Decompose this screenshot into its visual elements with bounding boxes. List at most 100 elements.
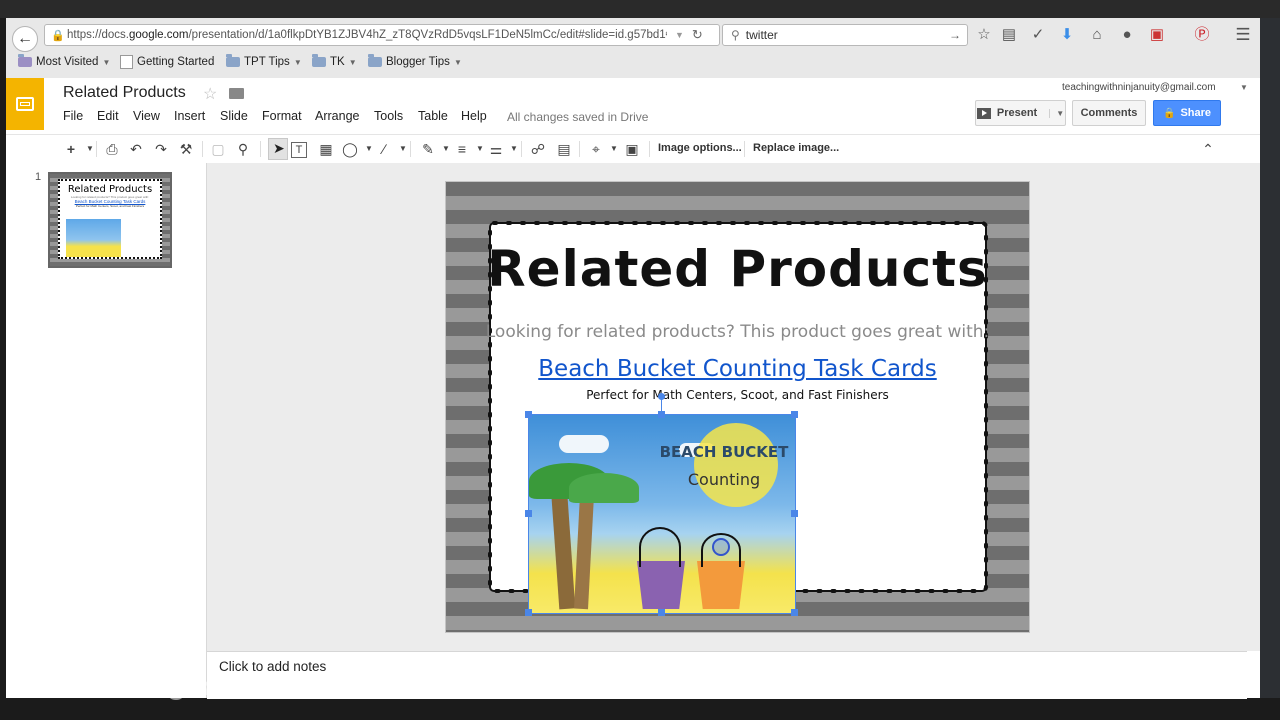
menu-slide[interactable]: Slide xyxy=(220,109,248,123)
collapse-toolbar-icon[interactable]: ⌃ xyxy=(1198,139,1218,159)
bookmark-getting-started[interactable]: Getting Started xyxy=(120,52,214,72)
document-title[interactable]: Related Products xyxy=(63,84,186,102)
menu-arrange[interactable]: Arrange xyxy=(315,109,359,123)
menu-help[interactable]: Help xyxy=(461,109,487,123)
new-slide-icon[interactable]: + xyxy=(61,139,81,159)
crop-dropdown-icon[interactable]: ▼ xyxy=(604,139,624,159)
hamburger-menu-icon[interactable]: ☰ xyxy=(1232,26,1254,44)
resize-handle[interactable] xyxy=(791,411,798,418)
product-link[interactable]: Beach Bucket Counting Task Cards xyxy=(446,356,1029,382)
search-input[interactable]: twitter xyxy=(746,28,949,42)
bookmark-label: Most Visited xyxy=(36,56,99,68)
chevron-down-icon: ▼ xyxy=(453,57,462,67)
redo-icon[interactable]: ↷ xyxy=(151,139,171,159)
slide-subline[interactable]: Perfect for Math Centers, Scoot, and Fas… xyxy=(446,388,1029,402)
zoom-fit-icon[interactable]: ▢ xyxy=(208,139,228,159)
bookmark-star-icon[interactable]: ☆ xyxy=(973,26,995,44)
resize-handle[interactable] xyxy=(658,411,665,418)
comment-icon[interactable]: ▤ xyxy=(554,139,574,159)
addon-icon[interactable]: ▣ xyxy=(1146,26,1168,44)
pinterest-icon[interactable]: Ⓟ xyxy=(1191,26,1213,44)
menu-file[interactable]: File xyxy=(63,109,83,123)
resize-handle[interactable] xyxy=(791,510,798,517)
toolbar-divider xyxy=(521,141,522,157)
slides-logo[interactable] xyxy=(6,78,44,130)
bookmark-most-visited[interactable]: Most Visited ▼ xyxy=(18,52,110,72)
menu-table[interactable]: Table xyxy=(418,109,448,123)
crop-icon[interactable]: ⌖ xyxy=(586,139,606,159)
toolbar-divider xyxy=(744,141,745,157)
home-icon[interactable]: ⌂ xyxy=(1086,26,1108,44)
slide-thumbnail[interactable]: Related Products Looking for related pro… xyxy=(48,172,172,268)
reload-icon[interactable]: ↻ xyxy=(692,27,703,43)
pocket-icon[interactable]: ✓ xyxy=(1027,26,1049,44)
url-dropdown-icon[interactable]: ▼ xyxy=(675,30,684,40)
thumb-title: Related Products xyxy=(67,184,153,195)
rotate-handle[interactable] xyxy=(658,393,665,400)
menu-format[interactable]: Format xyxy=(262,109,302,123)
menu-tools[interactable]: Tools xyxy=(374,109,403,123)
comments-button[interactable]: Comments xyxy=(1072,100,1146,126)
save-status[interactable]: All changes saved in Drive xyxy=(507,110,648,124)
menu-view[interactable]: View xyxy=(133,109,160,123)
share-label: Share xyxy=(1180,107,1212,119)
slide-title[interactable]: Related Products xyxy=(446,240,1029,298)
print-icon[interactable]: ⎙ xyxy=(102,139,122,159)
slide-number: 1 xyxy=(35,171,42,183)
account-email[interactable]: teachingwithninjanuity@gmail.com xyxy=(1062,82,1216,93)
slides-logo-icon xyxy=(16,97,34,111)
editing-toolbar: + ▼ ⎙ ↶ ↷ ⚒ ▢ ⚲ ➤ T ▦ ◯ ▼ ∕ ▼ ✎ ▼ ≡ ▼ ⚌ … xyxy=(6,134,1260,164)
address-bar[interactable]: 🔒 https://docs.google.com/presentation/d… xyxy=(44,24,720,46)
speaker-notes[interactable]: Click to add notes xyxy=(207,651,1247,699)
url-path: /presentation/d/1a0flkpDtYB1ZJBV4hZ_zT8Q… xyxy=(188,29,667,41)
resize-handle[interactable] xyxy=(791,609,798,616)
border-color-icon[interactable]: ✎ xyxy=(418,139,438,159)
account-chevron-icon[interactable]: ▼ xyxy=(1240,83,1248,92)
resize-handle[interactable] xyxy=(525,609,532,616)
resize-handle[interactable] xyxy=(658,609,665,616)
paint-format-icon[interactable]: ⚒ xyxy=(176,139,196,159)
bookmark-tk[interactable]: TK ▼ xyxy=(312,52,357,72)
resize-handle[interactable] xyxy=(525,510,532,517)
menu-insert[interactable]: Insert xyxy=(174,109,205,123)
zoom-icon[interactable]: ⚲ xyxy=(233,139,253,159)
chat-icon[interactable]: ● xyxy=(1116,26,1138,44)
bookmark-label: TK xyxy=(330,56,345,68)
image-icon[interactable]: ▦ xyxy=(316,139,336,159)
cursor-highlight xyxy=(712,538,730,556)
border-dash-icon[interactable]: ⚌ xyxy=(486,139,506,159)
folder-icon[interactable] xyxy=(229,88,244,99)
back-button[interactable]: ← xyxy=(12,26,38,52)
bookmark-tpt-tips[interactable]: TPT Tips ▼ xyxy=(226,52,302,72)
replace-image-button[interactable]: Replace image... xyxy=(753,142,839,154)
share-button[interactable]: 🔒 Share xyxy=(1153,100,1221,126)
present-button[interactable]: Present ▼ xyxy=(975,100,1066,126)
watermark-recorded-with: Recorded with xyxy=(22,660,108,674)
search-bar[interactable]: ⚲ twitter → xyxy=(722,24,968,46)
link-icon[interactable]: ☍ xyxy=(528,139,548,159)
star-icon[interactable]: ☆ xyxy=(203,84,217,104)
slide-intro-text[interactable]: Looking for related products? This produ… xyxy=(446,322,1029,342)
toolbar-divider xyxy=(579,141,580,157)
watermark-circle-icon xyxy=(166,679,187,700)
line-icon[interactable]: ∕ xyxy=(374,139,394,159)
image-options-button[interactable]: Image options... xyxy=(658,142,742,154)
slide[interactable]: Related Products Looking for related pro… xyxy=(446,182,1029,632)
present-dropdown-icon[interactable]: ▼ xyxy=(1049,108,1064,118)
border-weight-icon[interactable]: ≡ xyxy=(452,139,472,159)
select-tool[interactable]: ➤ xyxy=(268,138,288,160)
new-slide-dropdown-icon[interactable]: ▼ xyxy=(80,139,100,159)
undo-icon[interactable]: ↶ xyxy=(126,139,146,159)
menu-edit[interactable]: Edit xyxy=(97,109,119,123)
text-box-icon[interactable]: T xyxy=(291,142,307,158)
reset-image-icon[interactable]: ▣ xyxy=(622,139,642,159)
present-label: Present xyxy=(996,107,1038,119)
search-go-icon[interactable]: → xyxy=(949,28,961,42)
bookmark-blogger-tips[interactable]: Blogger Tips ▼ xyxy=(368,52,462,72)
reading-list-icon[interactable]: ▤ xyxy=(998,26,1020,44)
shape-icon[interactable]: ◯ xyxy=(340,139,360,159)
notes-placeholder[interactable]: Click to add notes xyxy=(219,659,326,674)
resize-handle[interactable] xyxy=(525,411,532,418)
downloads-icon[interactable]: ⬇ xyxy=(1056,26,1078,44)
url-domain: google.com xyxy=(129,29,189,41)
